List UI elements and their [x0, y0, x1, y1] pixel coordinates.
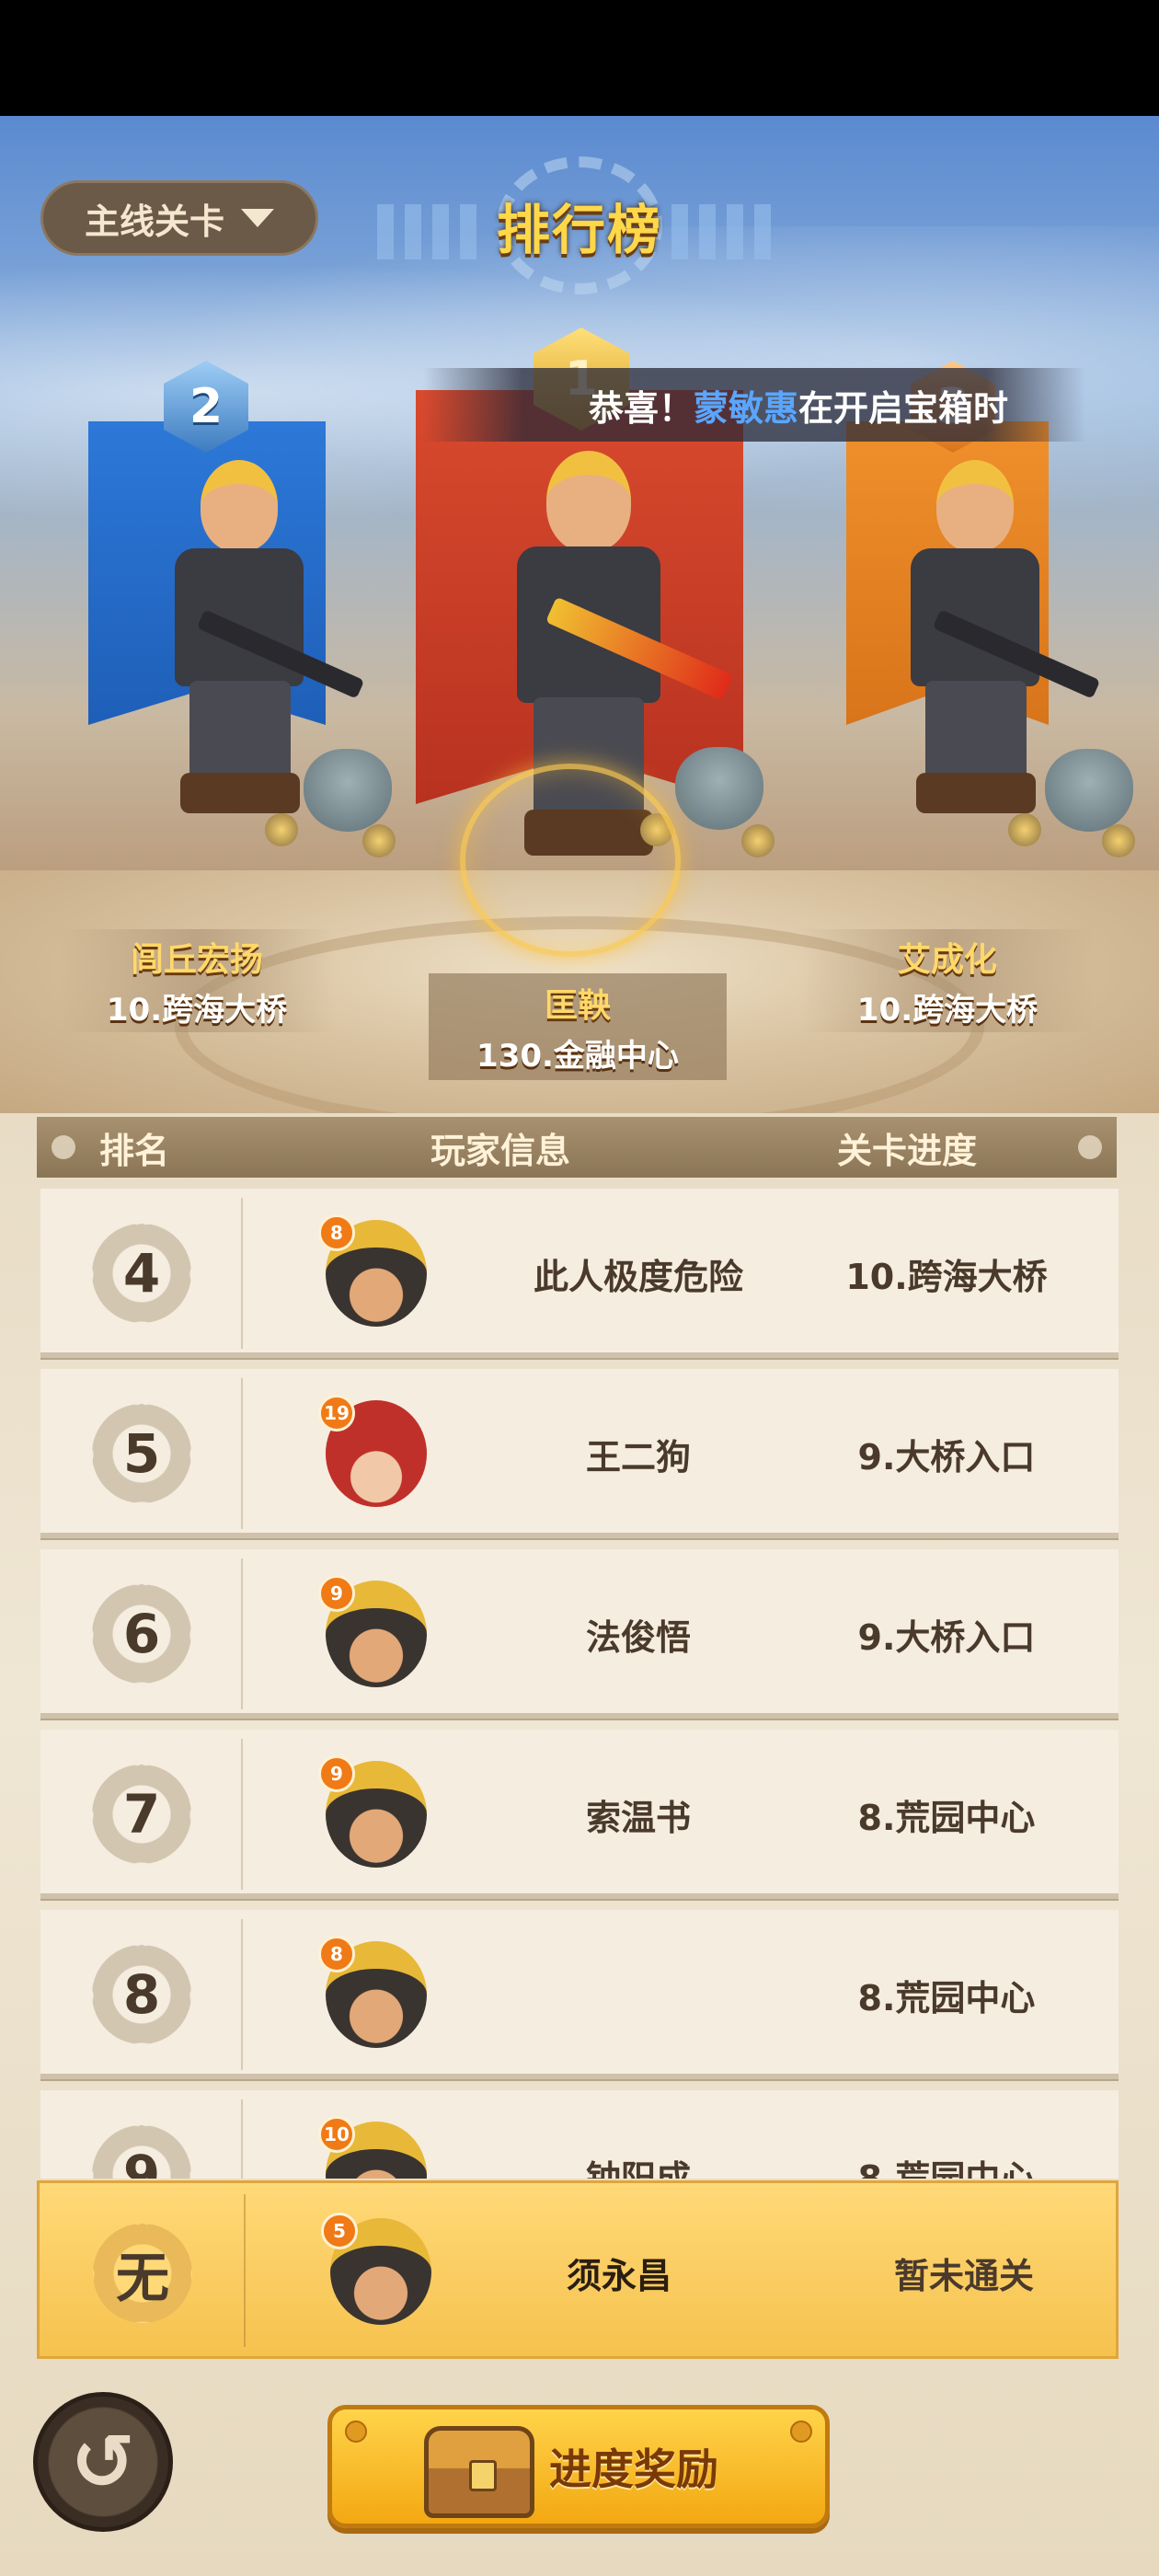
- stage-progress: 9.大桥入口: [857, 1616, 1036, 1658]
- drone-icon: [741, 824, 775, 857]
- rank-3-character[interactable]: [874, 460, 1101, 828]
- my-level-badge: 5: [321, 2213, 358, 2249]
- chevron-right-decoration: [671, 204, 782, 259]
- chevron-down-icon: [241, 209, 274, 227]
- table-row[interactable]: 6 9 法俊悟 9.大桥入口: [40, 1549, 1119, 1719]
- rank-number: 8: [92, 1945, 191, 2044]
- rank-1-stage: 130.金融中心: [476, 1038, 679, 1075]
- table-row[interactable]: 4 8 此人极度危险 10.跨海大桥: [40, 1189, 1119, 1358]
- stage-type-dropdown[interactable]: 主线关卡: [40, 180, 318, 256]
- rank-1-name: 匡鞅: [544, 987, 611, 1025]
- stage-progress: 8.荒园中心: [857, 1977, 1036, 2018]
- rank-number: 6: [92, 1584, 191, 1684]
- my-rank-row[interactable]: 无 5 须永昌 暂未通关: [37, 2180, 1119, 2359]
- player-name: 钟阳成: [585, 2157, 691, 2179]
- column-header-player: 玩家信息: [430, 1130, 571, 1171]
- level-badge: 9: [318, 1575, 355, 1612]
- column-header-rank: 排名: [99, 1130, 170, 1171]
- rank-number: 4: [92, 1224, 191, 1323]
- table-row[interactable]: 9 10 钟阳成 8.荒园中心: [40, 2090, 1119, 2179]
- player-name: 王二狗: [585, 1436, 691, 1478]
- level-badge: 8: [318, 1936, 355, 1972]
- player-name: 索温书: [585, 1797, 691, 1838]
- my-stage-progress: 暂未通关: [893, 2255, 1034, 2296]
- rank-2-name: 闾丘宏扬: [130, 941, 263, 979]
- reward-button-label: 进度奖励: [549, 2444, 718, 2494]
- drone-icon: [362, 824, 396, 857]
- player-name: 此人极度危险: [533, 1256, 743, 1297]
- treasure-chest-icon: [424, 2426, 534, 2518]
- rank-1-plate: 匡鞅 130.金融中心: [429, 973, 727, 1080]
- page-title: 排行榜: [496, 199, 662, 261]
- pet-robot-icon: [1045, 749, 1133, 832]
- stage-progress: 9.大桥入口: [857, 1436, 1036, 1478]
- stage-progress: 10.跨海大桥: [845, 1256, 1048, 1297]
- back-arrow-icon: ↺: [70, 2417, 136, 2507]
- level-badge: 9: [318, 1755, 355, 1792]
- screw-icon: [790, 2421, 812, 2443]
- announcement-suffix: 在开启宝箱时: [798, 387, 1009, 429]
- column-header-progress: 关卡进度: [837, 1130, 978, 1171]
- pet-robot-icon: [304, 749, 392, 832]
- table-row[interactable]: 8 8 8.荒园中心: [40, 1910, 1119, 2079]
- rank-3-stage: 10.跨海大桥: [856, 992, 1039, 1029]
- level-badge: 10: [318, 2116, 355, 2153]
- my-rank-number: 无: [93, 2224, 192, 2323]
- rivet-icon: [1078, 1135, 1102, 1159]
- drone-icon: [1102, 824, 1135, 857]
- rank-2-plate: 闾丘宏扬 10.跨海大桥: [59, 929, 335, 1032]
- announcement-ticker: 恭喜！ 蒙敏惠 在开启宝箱时: [423, 368, 1085, 442]
- announcement-player: 蒙敏惠: [694, 387, 799, 429]
- rank-3-name: 艾成化: [897, 941, 997, 979]
- table-row[interactable]: 5 19 王二狗 9.大桥入口: [40, 1369, 1119, 1538]
- stage-progress: 8.荒园中心: [857, 2157, 1036, 2179]
- rank-number: 5: [92, 1404, 191, 1503]
- drone-icon: [1008, 813, 1041, 846]
- rank-1-glow-effect: [460, 764, 681, 957]
- announcement-prefix: 恭喜！: [589, 387, 694, 429]
- ranking-list[interactable]: 4 8 此人极度危险 10.跨海大桥 5 19 王二狗 9.大桥入口 6 9 法…: [40, 1189, 1119, 2179]
- status-bar-area: [0, 0, 1159, 116]
- rank-3-plate: 艾成化 10.跨海大桥: [800, 929, 1095, 1032]
- drone-icon: [265, 813, 298, 846]
- rivet-icon: [52, 1135, 75, 1159]
- screw-icon: [345, 2421, 367, 2443]
- my-player-name: 须永昌: [566, 2255, 671, 2296]
- stage-progress: 8.荒园中心: [857, 1797, 1036, 1838]
- rank-number: 9: [92, 2125, 191, 2179]
- pet-robot-icon: [675, 747, 763, 830]
- title-emblem: 排行榜: [377, 147, 782, 304]
- player-name: 法俊悟: [585, 1616, 691, 1658]
- dropdown-label: 主线关卡: [84, 201, 224, 242]
- player-name: [473, 1910, 804, 2079]
- progress-reward-button[interactable]: 进度奖励: [327, 2405, 830, 2528]
- level-badge: 8: [318, 1214, 355, 1251]
- back-button[interactable]: ↺: [33, 2392, 173, 2532]
- rank-2-stage: 10.跨海大桥: [106, 992, 288, 1029]
- table-row[interactable]: 7 9 索温书 8.荒园中心: [40, 1730, 1119, 1899]
- table-header: 排名 玩家信息 关卡进度: [37, 1117, 1117, 1178]
- chevron-left-decoration: [377, 204, 488, 259]
- level-badge: 19: [318, 1395, 355, 1432]
- rank-number: 7: [92, 1765, 191, 1864]
